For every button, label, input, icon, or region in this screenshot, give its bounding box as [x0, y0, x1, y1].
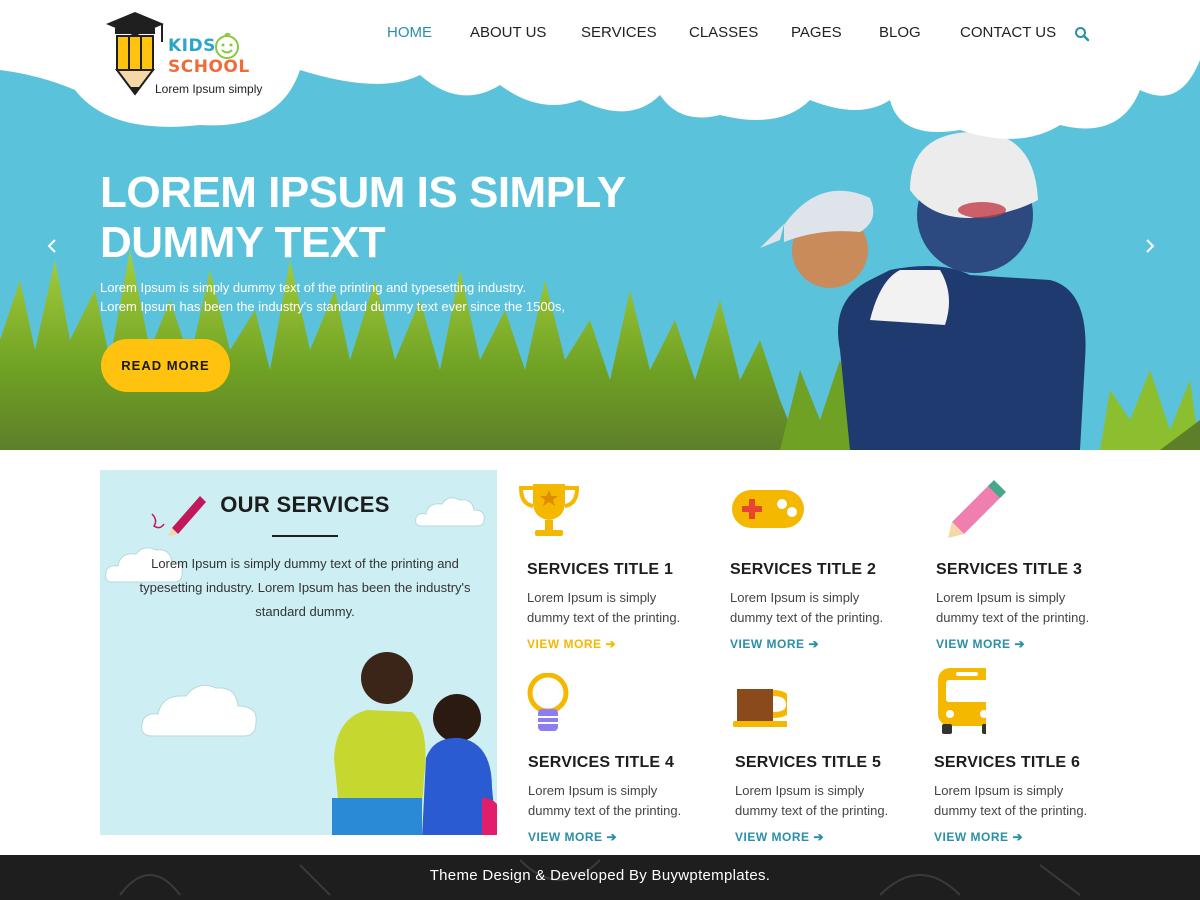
kids-image: [332, 652, 497, 835]
service-text-line2: dummy text of the printing.: [936, 610, 1090, 625]
service-text-line2: dummy text of the printing.: [528, 803, 682, 818]
service-card-1: SERVICES TITLE 1 Lorem Ipsum is simply d…: [519, 480, 709, 660]
service-title: SERVICES TITLE 2: [730, 561, 877, 578]
service-text-line1: Lorem Ipsum is simply: [934, 783, 1064, 798]
service-text-line1: Lorem Ipsum is simply: [735, 783, 865, 798]
smiley-icon: [215, 32, 239, 59]
logo-line2: SCHOOL: [168, 57, 250, 77]
service-card-5: SERVICES TITLE 5 Lorem Ipsum is simply d…: [727, 673, 917, 853]
arrow-right-icon: ➔: [813, 830, 825, 844]
service-text-line1: Lorem Ipsum is simply: [936, 590, 1066, 605]
service-card-2: SERVICES TITLE 2 Lorem Ipsum is simply d…: [722, 480, 912, 660]
coffee-cup-icon: [733, 689, 787, 727]
view-more-label: VIEW MORE: [528, 830, 603, 844]
search-icon[interactable]: [1074, 26, 1090, 42]
view-more-label: VIEW MORE: [527, 637, 602, 651]
view-more-link[interactable]: VIEW MORE ➔: [730, 637, 819, 651]
cloud-icon: [141, 684, 257, 737]
service-text-line2: dummy text of the printing.: [934, 803, 1088, 818]
hero-text-line2: Lorem Ipsum has been the industry's stan…: [100, 299, 565, 314]
service-text-line1: Lorem Ipsum is simply: [527, 590, 657, 605]
our-services-description: Lorem Ipsum is simply dummy text of the …: [139, 556, 471, 619]
service-text-line2: dummy text of the printing.: [527, 610, 681, 625]
service-title: SERVICES TITLE 3: [936, 561, 1083, 578]
hero-description: Lorem Ipsum is simply dummy text of the …: [100, 278, 620, 316]
father-child-image: [760, 131, 1086, 450]
view-more-label: VIEW MORE: [936, 637, 1011, 651]
site-header: KIDS SCHOOL Lorem Ipsum simply HOME ABOU…: [0, 0, 1200, 96]
service-description: Lorem Ipsum is simply dummy text of the …: [528, 781, 703, 821]
view-more-link[interactable]: VIEW MORE ➔: [934, 830, 1023, 844]
logo-tagline: Lorem Ipsum simply: [155, 82, 263, 96]
title-underline: [272, 535, 338, 537]
site-logo[interactable]: KIDS SCHOOL Lorem Ipsum simply: [104, 10, 274, 100]
service-description: Lorem Ipsum is simply dummy text of the …: [527, 588, 702, 628]
chevron-right-icon[interactable]: [1140, 236, 1160, 256]
arrow-right-icon: ➔: [1012, 830, 1024, 844]
arrow-right-icon: ➔: [605, 637, 617, 651]
main-nav: HOME ABOUT US SERVICES CLASSES PAGES BLO…: [370, 24, 1110, 44]
nav-about-us[interactable]: ABOUT US: [470, 24, 546, 41]
hero-text-line1: Lorem Ipsum is simply dummy text of the …: [100, 280, 527, 295]
nav-home[interactable]: HOME: [387, 24, 432, 41]
site-footer: Theme Design & Developed By Buywptemplat…: [0, 855, 1200, 900]
nav-blog[interactable]: BLOG: [879, 24, 921, 41]
hero-title: LOREM IPSUM IS SIMPLY DUMMY TEXT: [100, 168, 626, 268]
hero-title-line1: LOREM IPSUM IS SIMPLY: [100, 168, 626, 217]
nav-contact-us[interactable]: CONTACT US: [960, 24, 1056, 41]
service-text-line2: dummy text of the printing.: [730, 610, 884, 625]
trophy-icon: [519, 484, 579, 536]
service-description: Lorem Ipsum is simply dummy text of the …: [934, 781, 1109, 821]
cloud-icon: [415, 497, 485, 527]
service-card-6: SERVICES TITLE 6 Lorem Ipsum is simply d…: [926, 666, 1116, 846]
view-more-label: VIEW MORE: [934, 830, 1009, 844]
service-title: SERVICES TITLE 4: [528, 754, 675, 771]
logo-line1: KIDS: [168, 36, 216, 56]
view-more-link[interactable]: VIEW MORE ➔: [735, 830, 824, 844]
nav-pages[interactable]: PAGES: [791, 24, 842, 41]
service-title: SERVICES TITLE 5: [735, 754, 882, 771]
view-more-link[interactable]: VIEW MORE ➔: [528, 830, 617, 844]
gamepad-icon: [732, 490, 804, 528]
pencil-icon: [948, 480, 1006, 538]
our-services-panel: OUR SERVICES Lorem Ipsum is simply dummy…: [100, 470, 497, 835]
service-text-line1: Lorem Ipsum is simply: [528, 783, 658, 798]
bus-icon: [938, 668, 986, 734]
nav-classes[interactable]: CLASSES: [689, 24, 758, 41]
service-card-4: SERVICES TITLE 4 Lorem Ipsum is simply d…: [520, 673, 710, 853]
view-more-label: VIEW MORE: [735, 830, 810, 844]
read-more-button[interactable]: READ MORE: [101, 339, 230, 392]
chevron-left-icon[interactable]: [42, 236, 62, 256]
nav-services[interactable]: SERVICES: [581, 24, 657, 41]
arrow-right-icon: ➔: [808, 637, 820, 651]
view-more-label: VIEW MORE: [730, 637, 805, 651]
view-more-link[interactable]: VIEW MORE ➔: [936, 637, 1025, 651]
arrow-right-icon: ➔: [606, 830, 618, 844]
service-text-line1: Lorem Ipsum is simply: [730, 590, 860, 605]
service-description: Lorem Ipsum is simply dummy text of the …: [936, 588, 1111, 628]
service-title: SERVICES TITLE 1: [527, 561, 674, 578]
arrow-right-icon: ➔: [1014, 637, 1026, 651]
service-card-3: SERVICES TITLE 3 Lorem Ipsum is simply d…: [928, 480, 1118, 660]
lightbulb-icon: [527, 673, 569, 731]
footer-credit: Theme Design & Developed By Buywptemplat…: [429, 867, 771, 884]
service-text-line2: dummy text of the printing.: [735, 803, 889, 818]
service-title: SERVICES TITLE 6: [934, 754, 1081, 771]
service-description: Lorem Ipsum is simply dummy text of the …: [735, 781, 910, 821]
view-more-link[interactable]: VIEW MORE ➔: [527, 637, 616, 651]
service-description: Lorem Ipsum is simply dummy text of the …: [730, 588, 905, 628]
hero-title-line2: DUMMY TEXT: [100, 218, 386, 267]
